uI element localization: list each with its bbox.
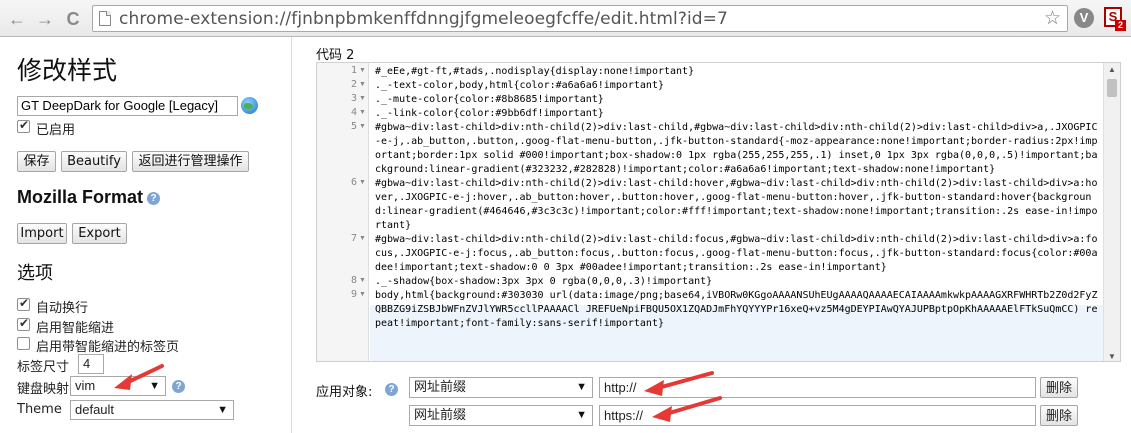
fold-toggle-icon[interactable]: ▼ — [359, 291, 366, 298]
apply-url-input-1[interactable]: http:// — [599, 377, 1036, 398]
url-text[interactable]: chrome-extension://fjnbnpbmkenffdnngjfgm… — [119, 8, 728, 30]
code-line[interactable]: body,html{background:#303030 url(data:im… — [375, 289, 1103, 331]
autowrap-label: 自动换行 — [36, 301, 89, 316]
stylish-badge-count: 2 — [1115, 20, 1126, 31]
back-icon[interactable]: ← — [6, 8, 28, 30]
line-number: 7 — [350, 233, 357, 244]
line-number: 9 — [350, 289, 357, 300]
remove-button-1[interactable]: 删除 — [1040, 377, 1078, 398]
theme-value: default — [75, 402, 115, 417]
fold-toggle-icon[interactable]: ▼ — [359, 95, 366, 102]
keymap-help-icon[interactable]: ? — [172, 380, 185, 393]
enabled-checkbox[interactable] — [17, 118, 30, 133]
vertical-scrollbar[interactable]: ▲ ▼ — [1103, 63, 1120, 361]
tab-size-input[interactable]: 4 — [78, 354, 104, 374]
theme-select[interactable]: default ▼ — [70, 400, 234, 420]
chevron-down-icon: ▼ — [576, 409, 587, 421]
code-line[interactable]: ._-link-color{color:#9bb6df!important} — [375, 107, 1103, 121]
keymap-value: vim — [75, 378, 96, 393]
smart-indent-tab-label: 启用带智能缩进的标签页 — [36, 340, 180, 355]
apply-type-value: 网址前缀 — [414, 407, 467, 422]
code-line[interactable]: #gbwa~div:last-child>div:nth-child(2)>di… — [375, 177, 1103, 233]
code-line[interactable]: #_eEe,#gt-ft,#tads,.nodisplay{display:no… — [375, 65, 1103, 79]
extension-v-icon[interactable]: V — [1074, 8, 1094, 28]
apply-url-input-2[interactable]: https:// — [599, 405, 1036, 426]
code-line[interactable]: ._-text-color,body,html{color:#a6a6a6!im… — [375, 79, 1103, 93]
address-bar[interactable]: chrome-extension://fjnbnpbmkenffdnngjfgm… — [92, 5, 1068, 32]
mozilla-format-heading: Mozilla Format — [17, 187, 144, 207]
page-title: 修改样式 — [17, 56, 118, 85]
fold-toggle-icon[interactable]: ▼ — [359, 235, 366, 242]
line-number-gutter: 1 ▼ 2 ▼ 3 ▼ 4 ▼ 5 ▼ 6 ▼ 7 ▼ 8 ▼ 9 ▼ — [317, 63, 369, 361]
line-number: 8 — [350, 275, 357, 286]
chevron-down-icon: ▼ — [576, 381, 587, 393]
apply-help-icon[interactable]: ? — [385, 383, 398, 396]
beautify-button[interactable]: Beautify — [61, 151, 127, 172]
fold-toggle-icon[interactable]: ▼ — [359, 109, 366, 116]
apply-type-select-1[interactable]: 网址前缀 ▼ — [409, 377, 593, 398]
apply-type-select-2[interactable]: 网址前缀 ▼ — [409, 405, 593, 426]
line-number: 1 — [350, 65, 357, 76]
remove-button-2[interactable]: 删除 — [1040, 405, 1078, 426]
chevron-down-icon: ▼ — [217, 404, 228, 416]
autowrap-checkbox[interactable] — [17, 296, 30, 311]
sidebar: 修改样式 GT DeepDark for Google [Legacy] 已启用… — [0, 37, 292, 433]
help-icon[interactable]: ? — [147, 192, 160, 205]
keymap-select[interactable]: vim ▼ — [70, 376, 166, 396]
scroll-up-icon[interactable]: ▲ — [1108, 65, 1116, 74]
smart-indent-checkbox[interactable] — [17, 316, 30, 331]
import-button[interactable]: Import — [17, 223, 67, 244]
scroll-down-icon[interactable]: ▼ — [1108, 352, 1116, 361]
line-number: 6 — [350, 177, 357, 188]
line-number: 3 — [350, 93, 357, 104]
code-line[interactable]: ._-mute-color{color:#8b8685!important} — [375, 93, 1103, 107]
export-button[interactable]: Export — [72, 223, 127, 244]
fold-toggle-icon[interactable]: ▼ — [359, 67, 366, 74]
extension-stylish-icon[interactable]: S 2 — [1104, 7, 1126, 31]
bookmark-star-icon[interactable]: ☆ — [1044, 7, 1061, 31]
reload-icon[interactable]: C — [62, 8, 84, 30]
smart-indent-label: 启用智能缩进 — [36, 321, 115, 336]
enabled-label: 已启用 — [36, 123, 76, 138]
options-heading: 选项 — [17, 263, 53, 284]
line-number: 2 — [350, 79, 357, 90]
page-icon — [99, 11, 111, 26]
keymap-label: 键盘映射 — [17, 382, 70, 397]
fold-toggle-icon[interactable]: ▼ — [359, 277, 366, 284]
theme-label: Theme — [17, 402, 62, 417]
back-to-manage-button[interactable]: 返回进行管理操作 — [132, 151, 249, 172]
line-number: 4 — [350, 107, 357, 118]
fold-toggle-icon[interactable]: ▼ — [359, 81, 366, 88]
forward-icon[interactable]: → — [34, 8, 56, 30]
tab-size-label: 标签尺寸 — [17, 360, 70, 375]
code-line[interactable]: ._-shadow{box-shadow:3px 3px 0 rgba(0,0,… — [375, 275, 1103, 289]
code-section-title: 代码 2 — [316, 48, 355, 63]
code-lines[interactable]: #_eEe,#gt-ft,#tads,.nodisplay{display:no… — [375, 65, 1103, 331]
scrollbar-thumb[interactable] — [1107, 79, 1117, 97]
browser-toolbar: ← → C chrome-extension://fjnbnpbmkenffdn… — [0, 0, 1131, 37]
line-number: 5 — [350, 121, 357, 132]
smart-indent-tab-checkbox[interactable] — [17, 337, 30, 350]
code-editor[interactable]: 1 ▼ 2 ▼ 3 ▼ 4 ▼ 5 ▼ 6 ▼ 7 ▼ 8 ▼ 9 ▼ #_eEe,#gt-ft,#tads,.n… — [316, 62, 1121, 362]
fold-toggle-icon[interactable]: ▼ — [359, 123, 366, 130]
code-line[interactable]: #gbwa~div:last-child>div:nth-child(2)>di… — [375, 233, 1103, 275]
style-name-input[interactable]: GT DeepDark for Google [Legacy] — [17, 96, 238, 116]
apply-to-label: 应用对象: — [316, 385, 373, 400]
apply-type-value: 网址前缀 — [414, 379, 467, 394]
chevron-down-icon: ▼ — [149, 380, 160, 392]
globe-icon[interactable] — [241, 97, 258, 114]
fold-toggle-icon[interactable]: ▼ — [359, 179, 366, 186]
code-line[interactable]: #gbwa~div:last-child>div:nth-child(2)>di… — [375, 121, 1103, 177]
save-button[interactable]: 保存 — [17, 151, 56, 172]
